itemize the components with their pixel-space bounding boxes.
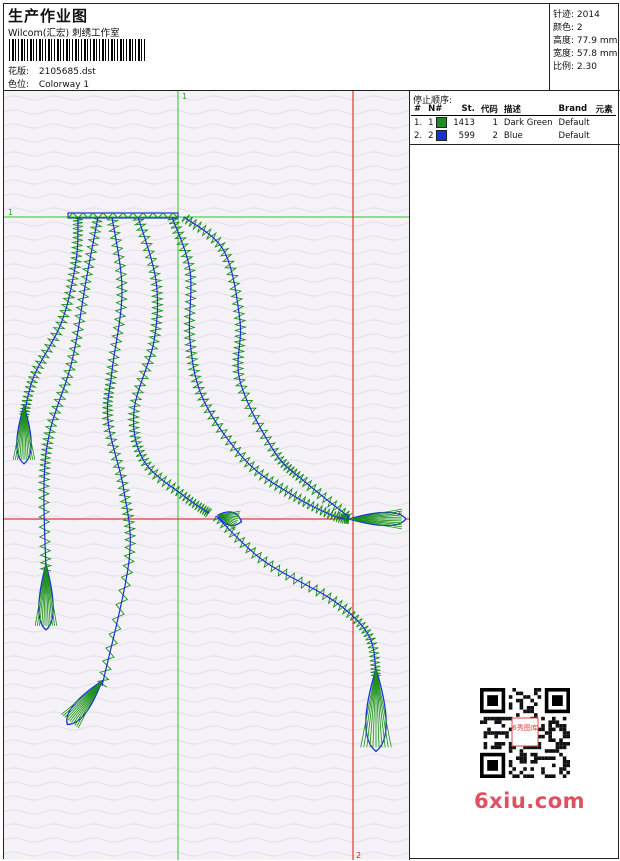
color-swatch [436, 117, 448, 128]
col-description: 描述 [500, 103, 556, 116]
row-index: 1. [414, 117, 423, 128]
col-element: 元素 [592, 103, 616, 116]
table-row: 2. 2 599 2 Blue Default [411, 129, 616, 142]
company-name: Wilcom(汇宏) 刺绣工作室 [8, 28, 120, 39]
colorway-row: 色位: Colorway 1 [8, 77, 89, 90]
guide-green-v-label: 1 [182, 92, 187, 101]
height-label: 高度: [553, 36, 575, 46]
panel-divider [410, 144, 620, 145]
scale-value: 2.30 [576, 62, 597, 72]
design-name-row: 花版: 2105685.dst [8, 64, 96, 77]
colors-row: 颜色: 2 [553, 20, 583, 33]
stitches-value: 2014 [576, 10, 600, 20]
height-value: 77.9 mm [576, 36, 618, 46]
guide-red-v-label: 2 [356, 851, 361, 860]
design-label: 花版: [8, 67, 30, 77]
qr-code-block: 6秀图库 [467, 683, 583, 783]
stitches-row: 针迹: 2014 [553, 7, 600, 20]
stitches-label: 针迹: [553, 10, 575, 20]
needle-number: 2 [428, 131, 434, 141]
row-index: 2. [414, 130, 423, 141]
qr-code: 6秀图库 [475, 683, 575, 783]
row-needle: 1 [425, 116, 450, 130]
row-description: Dark Green [503, 117, 553, 128]
qr-logo-text: 6秀图库 [512, 723, 537, 732]
col-stitches: St. [450, 103, 478, 116]
col-needle: N# [425, 103, 451, 116]
col-brand: Brand [555, 103, 593, 116]
row-needle: 2 [425, 129, 450, 142]
stop-sequence-header: # N# St. 代码 描述 Brand 元素 [411, 103, 616, 116]
col-index: # [411, 103, 426, 116]
fabric-texture [4, 91, 409, 860]
needle-number: 1 [428, 118, 434, 128]
qr-logo-badge [511, 717, 539, 747]
width-label: 宽度: [553, 49, 575, 59]
row-description: Blue [503, 130, 523, 141]
row-code: 1 [492, 117, 498, 128]
colorway-label: 色位: [8, 80, 30, 90]
row-stitches: 599 [458, 130, 475, 141]
row-element [593, 116, 616, 130]
row-brand: Default [558, 117, 590, 128]
row-brand: Default [558, 130, 590, 141]
width-row: 宽度: 57.8 mm [553, 46, 617, 59]
row-element [593, 129, 616, 142]
scale-label: 比例: [553, 62, 575, 72]
height-row: 高度: 77.9 mm [553, 33, 617, 46]
design-value: 2105685.dst [38, 67, 96, 77]
colors-label: 颜色: [553, 23, 575, 33]
barcode [9, 39, 145, 61]
design-canvas: 1 1 2 2 [4, 91, 409, 860]
row-code: 2 [492, 130, 498, 141]
col-code: 代码 [477, 103, 501, 116]
header: 生产作业图 Wilcom(汇宏) 刺绣工作室 花版: 2105685.dst 色… [4, 4, 549, 90]
color-swatch [436, 130, 448, 141]
colors-value: 2 [576, 23, 583, 33]
stats-box: 针迹: 2014 颜色: 2 高度: 77.9 mm 宽度: 57.8 mm 比… [549, 4, 620, 90]
watermark-logo: 6xiu.com [474, 789, 586, 813]
embroidery-preview: 1 1 2 2 [4, 91, 409, 860]
width-value: 57.8 mm [576, 49, 618, 59]
colorway-value: Colorway 1 [38, 80, 90, 90]
table-row: 1. 1 1413 1 Dark Green Default [411, 116, 616, 130]
scale-row: 比例: 2.30 [553, 59, 597, 72]
page-title: 生产作业图 [8, 7, 89, 25]
row-stitches: 1413 [453, 117, 475, 128]
guide-green-h-label: 1 [8, 208, 13, 217]
stop-sequence-table: # N# St. 代码 描述 Brand 元素 1. 1 1413 1 Dark… [411, 103, 616, 142]
